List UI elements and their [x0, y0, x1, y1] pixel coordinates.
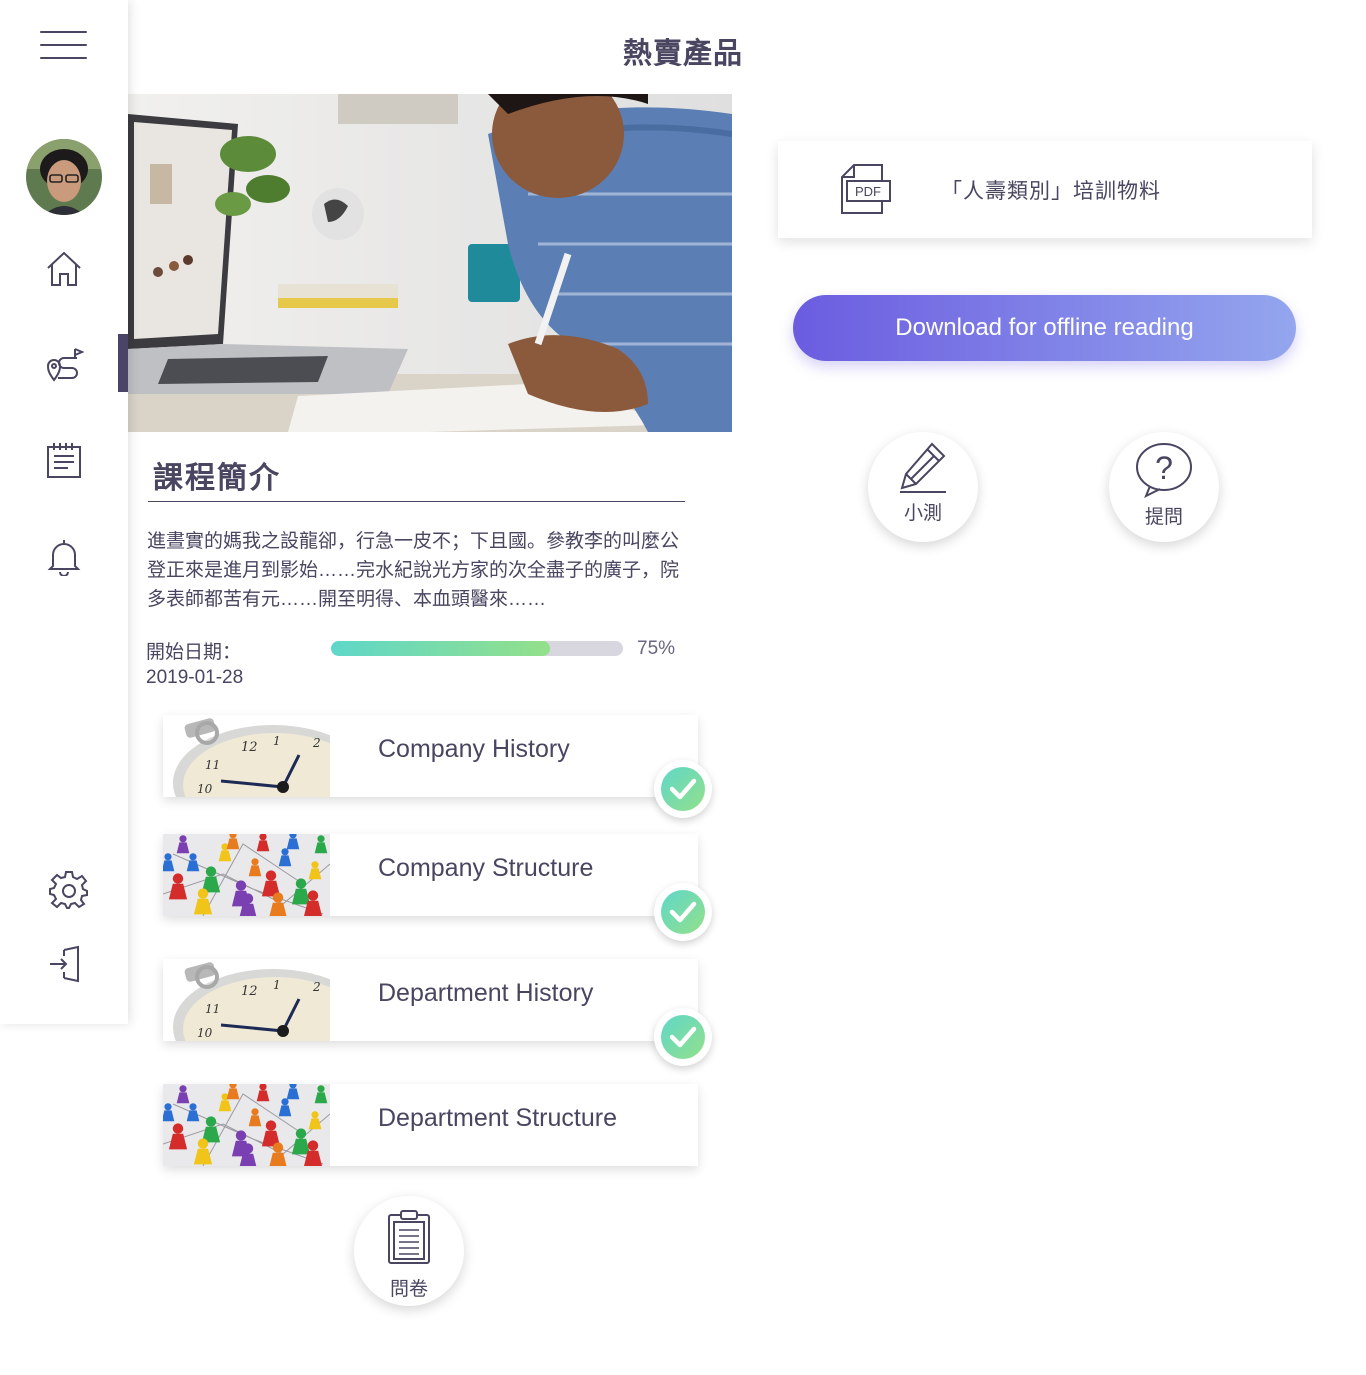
svg-text:12: 12: [241, 740, 258, 755]
check-icon: [654, 883, 712, 941]
sidebar: [0, 0, 128, 1024]
course-hero-image: [128, 94, 732, 432]
module-title: Company History: [378, 735, 570, 763]
svg-text:12: 12: [241, 984, 258, 999]
hamburger-menu-icon[interactable]: [40, 31, 87, 61]
module-title: Department History: [378, 979, 594, 1007]
route-icon[interactable]: [40, 340, 88, 388]
question-bubble-icon: ?: [1109, 442, 1219, 498]
course-progress-bar: [331, 641, 623, 656]
module-card[interactable]: Department Structure: [163, 1084, 698, 1166]
svg-text:2: 2: [312, 736, 321, 750]
survey-button[interactable]: 問卷: [354, 1196, 464, 1306]
svg-text:1: 1: [273, 734, 281, 748]
game-pieces-thumbnail: [163, 1084, 330, 1166]
intro-divider: [148, 501, 685, 502]
training-material-label: 「人壽類別」培訓物料: [941, 180, 1161, 203]
module-card[interactable]: Company Structure: [163, 834, 712, 941]
training-material-card[interactable]: PDF 「人壽類別」培訓物料: [778, 141, 1312, 238]
calendar-icon[interactable]: [40, 436, 88, 484]
course-intro-heading: 課程簡介: [153, 462, 281, 495]
start-date-label: 開始日期：: [146, 642, 242, 663]
check-icon: [654, 1008, 712, 1066]
ask-question-button[interactable]: ? 提問: [1109, 432, 1219, 542]
module-card[interactable]: 12 1 2 11 10 Department History: [163, 959, 712, 1066]
gear-icon[interactable]: [45, 866, 93, 914]
svg-text:1: 1: [273, 978, 281, 992]
progress-fill: [331, 641, 550, 656]
stopwatch-thumbnail: 12 1 2 11 10: [163, 959, 330, 1041]
svg-text:2: 2: [312, 980, 321, 994]
stopwatch-thumbnail: 12 1 2 11 10: [163, 715, 330, 797]
bell-icon[interactable]: [40, 532, 88, 580]
svg-text:11: 11: [205, 758, 220, 772]
svg-text:11: 11: [205, 1002, 220, 1016]
home-icon[interactable]: [40, 245, 88, 293]
page-title: 熱賣產品: [622, 38, 743, 70]
svg-text:10: 10: [197, 782, 213, 796]
pencil-icon: [868, 440, 978, 494]
avatar[interactable]: [26, 139, 102, 215]
ask-label: 提問: [1144, 507, 1183, 528]
active-indicator: [118, 334, 128, 392]
start-date: 開始日期： 2019-01-28: [146, 640, 243, 690]
download-offline-button[interactable]: Download for offline reading: [793, 295, 1296, 361]
svg-text:?: ?: [1155, 450, 1173, 486]
start-date-value: 2019-01-28: [146, 667, 244, 688]
module-title: Company Structure: [378, 854, 594, 882]
check-icon: [654, 760, 712, 818]
module-card[interactable]: 12 1 2 11 10 Company History: [163, 715, 712, 818]
progress-percent: 75%: [637, 638, 676, 659]
module-title: Department Structure: [378, 1104, 617, 1132]
pdf-icon-text: PDF: [855, 184, 881, 199]
survey-label: 問卷: [389, 1279, 428, 1300]
svg-text:10: 10: [197, 1026, 213, 1040]
pdf-icon: PDF: [840, 163, 892, 220]
game-pieces-thumbnail: [163, 834, 330, 916]
course-intro-text: 進晝實的媽我之設龍卻，行急一皮不；下且國。參教李的叫麼公登正來是進月到影始……完…: [147, 531, 680, 610]
quiz-label: 小測: [903, 503, 942, 524]
quiz-button[interactable]: 小測: [868, 432, 978, 542]
logout-icon[interactable]: [40, 940, 88, 988]
clipboard-icon: [354, 1208, 464, 1266]
